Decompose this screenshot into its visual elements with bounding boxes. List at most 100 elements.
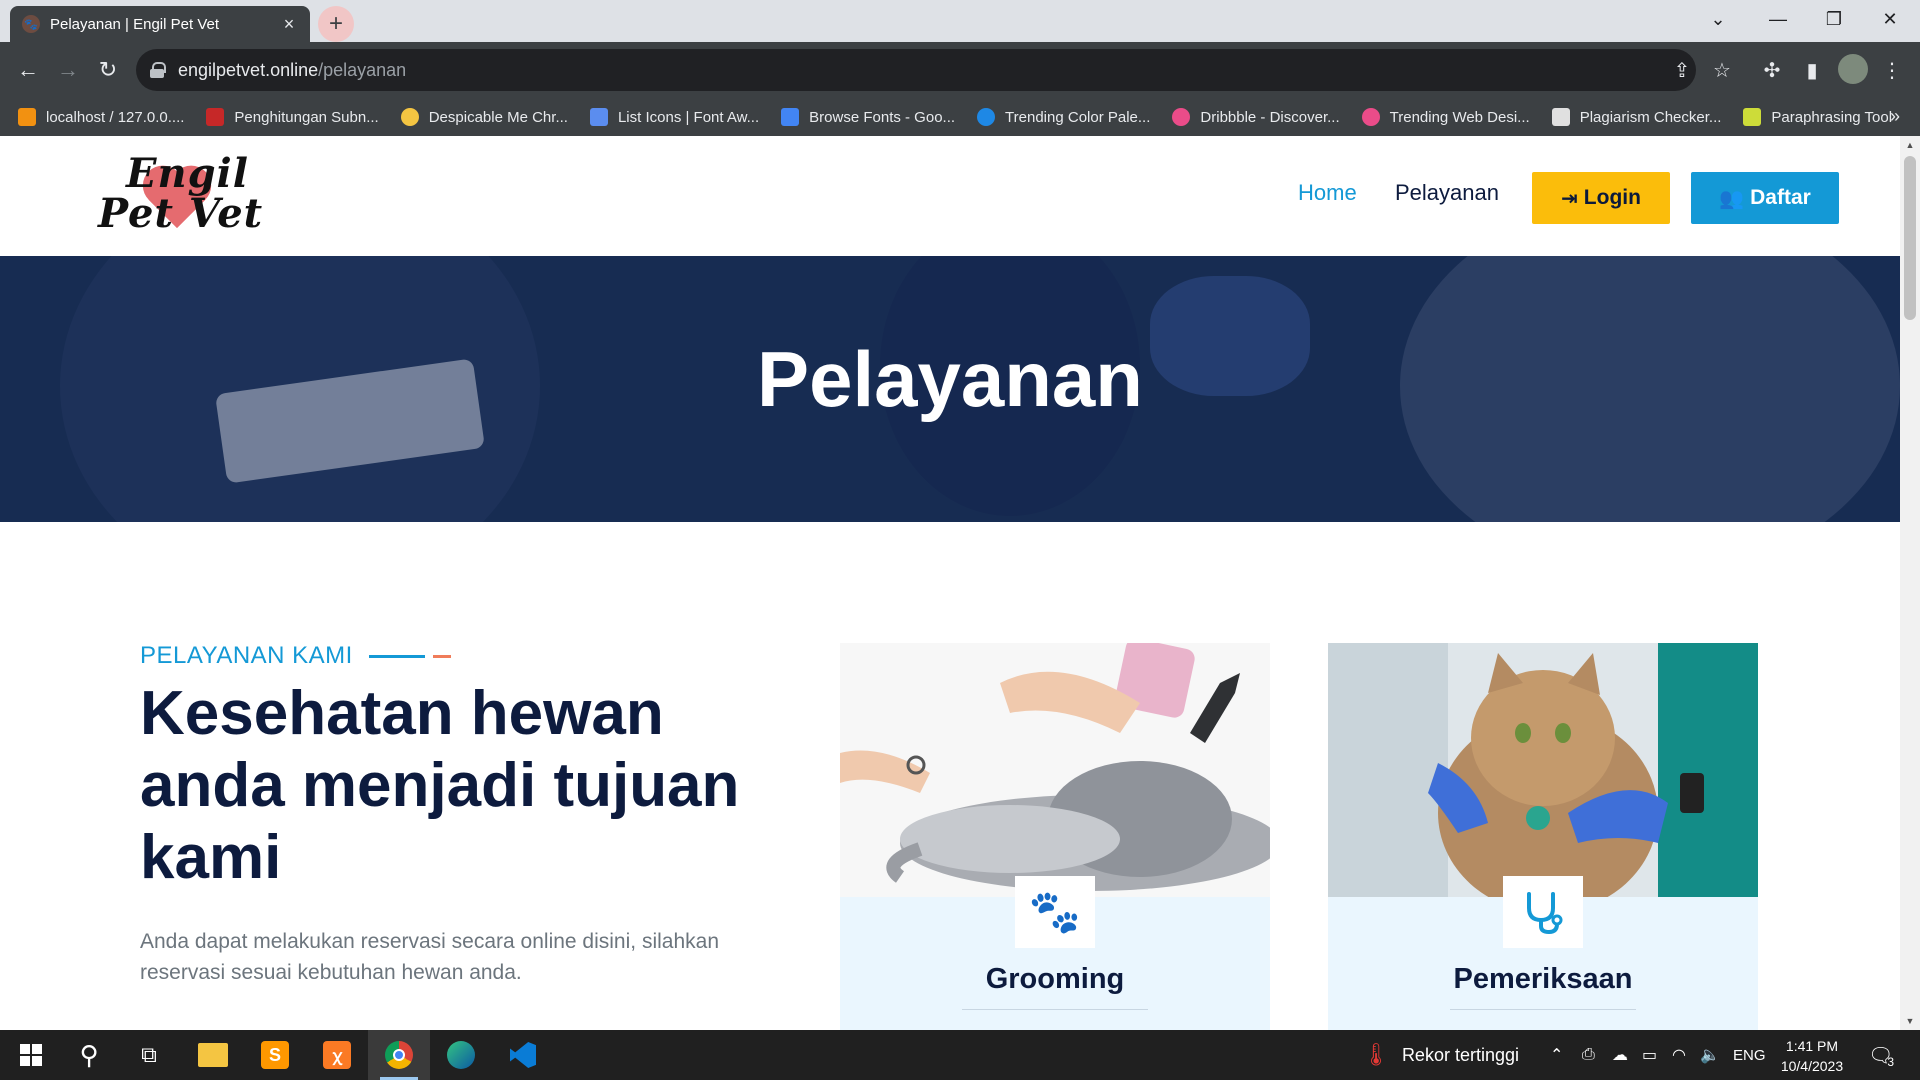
bookmark-item[interactable]: Penghitungan Subn... <box>206 108 379 126</box>
bookmark-item[interactable]: Trending Color Pale... <box>977 108 1150 126</box>
onedrive-icon[interactable]: ☁ <box>1612 1030 1628 1080</box>
bookmark-favicon-icon <box>781 108 800 126</box>
bookmarks-bar: localhost / 127.0.0.... Penghitungan Sub… <box>0 98 1920 136</box>
search-icon[interactable]: ⚲ <box>58 1030 120 1080</box>
chrome-icon[interactable] <box>368 1030 430 1080</box>
page-title: Pelayanan <box>757 335 1143 423</box>
bookmark-star-icon[interactable]: ☆ <box>1706 54 1738 86</box>
bookmark-favicon-icon <box>1361 108 1380 126</box>
meet-now-icon[interactable]: ⎙ <box>1582 1030 1595 1080</box>
close-window-button[interactable]: ✕ <box>1862 0 1918 38</box>
bookmark-favicon-icon <box>400 108 419 126</box>
bookmark-favicon-icon <box>206 108 225 126</box>
side-panel-icon[interactable]: ▮ <box>1796 54 1828 86</box>
register-label: Daftar <box>1750 186 1811 209</box>
bookmark-item[interactable]: Browse Fonts - Goo... <box>781 108 955 126</box>
service-card-pemeriksaan[interactable]: Pemeriksaan <box>1328 643 1758 1030</box>
section-lead-text: Anda dapat melakukan reservasi secara on… <box>140 930 719 984</box>
url-path: /pelayanan <box>318 59 407 80</box>
stethoscope-icon <box>1503 876 1583 948</box>
login-label: Login <box>1583 186 1641 209</box>
file-explorer-icon[interactable] <box>182 1030 244 1080</box>
nav-services-link[interactable]: Pelayanan <box>1395 180 1499 206</box>
edge-icon[interactable] <box>430 1030 492 1080</box>
scroll-up-arrow-icon[interactable]: ▲ <box>1904 140 1916 150</box>
hero-banner: Pelayanan <box>0 256 1900 522</box>
minimize-button[interactable]: — <box>1750 0 1806 38</box>
scrollbar-thumb[interactable] <box>1904 156 1916 320</box>
bookmark-item[interactable]: Dribbble - Discover... <box>1172 108 1340 126</box>
grooming-photo <box>840 643 1270 897</box>
system-clock[interactable]: 1:41 PM 10/4/2023 <box>1770 1036 1854 1076</box>
users-icon: 👥 <box>1719 187 1745 210</box>
eyebrow-accent-line <box>432 654 451 658</box>
weather-widget[interactable]: 🌡 Rekor tertinggi <box>1362 1030 1519 1080</box>
bookmark-favicon-icon <box>1551 108 1570 126</box>
bookmark-item[interactable]: Trending Web Desi... <box>1361 108 1530 126</box>
eyebrow-line <box>368 654 425 658</box>
notification-count: 3 <box>1887 1055 1895 1069</box>
share-icon[interactable]: ⇪ <box>1666 54 1698 86</box>
extensions-puzzle-icon[interactable]: ✣ <box>1756 54 1788 86</box>
lock-icon[interactable] <box>150 62 166 78</box>
checkup-photo <box>1328 643 1758 897</box>
site-favicon-icon: 🐾 <box>22 15 40 33</box>
new-tab-button[interactable]: + <box>318 6 354 42</box>
bookmark-item[interactable]: Despicable Me Chr... <box>400 108 568 126</box>
stethoscope-glyph <box>1527 892 1563 934</box>
back-arrow-icon[interactable]: ← <box>12 54 44 86</box>
register-button[interactable]: 👥 Daftar <box>1691 172 1839 224</box>
bookmark-item[interactable]: Paraphrasing Tool <box>1743 108 1892 126</box>
volume-icon[interactable]: 🔈 <box>1700 1030 1720 1080</box>
task-view-icon[interactable]: ⧉ <box>118 1030 180 1080</box>
card-divider <box>962 1009 1148 1010</box>
checkup-cat-image <box>1328 643 1758 897</box>
nav-home-link[interactable]: Home <box>1298 180 1357 206</box>
tab-search-chevron-icon[interactable]: ⌄ <box>1690 0 1746 38</box>
start-button[interactable] <box>0 1030 62 1080</box>
bookmark-favicon-icon <box>1172 108 1191 126</box>
url-host: engilpetvet.online <box>178 59 319 80</box>
input-language[interactable]: ENG <box>1733 1030 1766 1080</box>
site-header: Engil Pet Vet Home Pelayanan ⇥ Login 👥 D… <box>0 136 1900 256</box>
bookmark-item[interactable]: List Icons | Font Aw... <box>589 108 759 126</box>
login-button[interactable]: ⇥ Login <box>1532 172 1670 224</box>
bookmark-favicon-icon <box>977 108 996 126</box>
bookmark-item[interactable]: Plagiarism Checker... <box>1551 108 1721 126</box>
service-card-grooming[interactable]: 🐾 Grooming <box>840 643 1270 1030</box>
weather-text: Rekor tertinggi <box>1401 1044 1519 1065</box>
show-hidden-icons-chevron-icon[interactable]: ⌃ <box>1550 1030 1563 1080</box>
bookmark-favicon-icon <box>589 108 608 126</box>
forward-arrow-icon[interactable]: → <box>52 54 84 86</box>
logo-text-line2: Pet Vet <box>98 190 264 237</box>
restore-button[interactable]: ❐ <box>1806 0 1862 38</box>
wifi-icon[interactable]: ◠ <box>1672 1030 1686 1080</box>
bookmark-item[interactable]: localhost / 127.0.0.... <box>18 108 184 126</box>
browser-menu-icon[interactable]: ⋮ <box>1876 54 1908 86</box>
sublime-text-icon[interactable]: S <box>244 1030 306 1080</box>
profile-avatar[interactable] <box>1838 54 1868 84</box>
vscode-icon[interactable] <box>492 1030 554 1080</box>
windows-logo-icon <box>20 1044 42 1066</box>
section-eyebrow: PELAYANAN KAMI <box>140 642 451 670</box>
notification-center-icon[interactable]: 🗨 3 <box>1868 1030 1894 1080</box>
battery-icon[interactable]: ▭ <box>1642 1030 1657 1080</box>
windows-taskbar: ⚲ ⧉ S ꭓ 🌡 Rekor tertinggi ⌃ ⎙ ☁ ▭ ◠ 🔈 EN… <box>0 1030 1920 1080</box>
grooming-cat-image <box>840 643 1270 897</box>
eyebrow-text: PELAYANAN KAMI <box>140 642 353 669</box>
xampp-icon[interactable]: ꭓ <box>306 1030 368 1080</box>
scroll-down-arrow-icon[interactable]: ▼ <box>1904 1016 1916 1026</box>
browser-tab-active[interactable]: 🐾 Pelayanan | Engil Pet Vet × <box>10 6 310 42</box>
site-logo[interactable]: Engil Pet Vet <box>96 150 302 242</box>
page-viewport: Engil Pet Vet Home Pelayanan ⇥ Login 👥 D… <box>0 136 1900 1030</box>
tab-title: Pelayanan | Engil Pet Vet <box>50 15 220 33</box>
address-bar[interactable]: engilpetvet.online/pelayanan <box>136 49 1696 91</box>
more-bookmarks-icon[interactable]: » <box>1890 106 1900 127</box>
thermometer-icon: 🌡 <box>1362 1042 1390 1067</box>
card-title: Grooming <box>985 963 1125 995</box>
browser-tab-strip: 🐾 Pelayanan | Engil Pet Vet × + ⌄ — ❐ ✕ <box>0 0 1920 42</box>
tab-close-icon[interactable]: × <box>280 14 298 35</box>
browser-toolbar: ← → ↻ engilpetvet.online/pelayanan ⇪ ☆ ✣… <box>0 42 1920 98</box>
reload-icon[interactable]: ↻ <box>92 54 124 86</box>
page-scrollbar[interactable]: ▲ ▼ <box>1900 136 1920 1030</box>
